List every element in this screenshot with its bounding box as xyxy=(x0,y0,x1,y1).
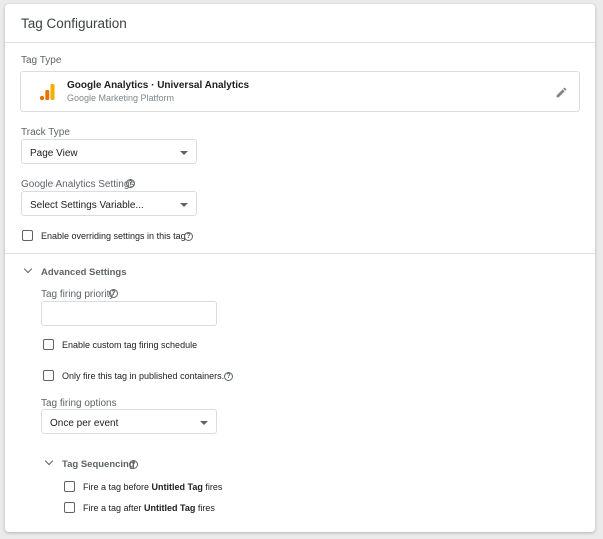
firing-options-value: Once per event xyxy=(50,418,119,429)
override-settings-label: Enable overriding settings in this tag xyxy=(41,231,186,241)
tag-sequencing-toggle[interactable]: Tag Sequencing xyxy=(62,459,135,470)
google-analytics-icon xyxy=(39,84,55,101)
help-icon[interactable]: ? xyxy=(109,289,118,298)
help-icon[interactable]: ? xyxy=(126,179,135,188)
tag-type-label: Tag Type xyxy=(21,55,62,66)
tag-configuration-card: Tag Configuration Tag Type Google Analyt… xyxy=(5,4,595,532)
custom-schedule-checkbox[interactable] xyxy=(43,339,54,350)
fire-before-label: Fire a tag before Untitled Tag fires xyxy=(83,482,223,492)
ga-settings-label: Google Analytics Settings xyxy=(21,179,135,190)
help-icon[interactable]: ? xyxy=(224,372,233,381)
track-type-select[interactable]: Page View xyxy=(21,139,197,164)
track-type-label: Track Type xyxy=(21,127,70,138)
custom-schedule-label: Enable custom tag firing schedule xyxy=(62,340,198,350)
fire-after-checkbox[interactable] xyxy=(64,502,75,513)
fire-before-checkbox[interactable] xyxy=(64,481,75,492)
chevron-down-icon xyxy=(200,421,208,425)
edit-pencil-icon[interactable] xyxy=(555,86,568,99)
firing-priority-label: Tag firing priority xyxy=(41,289,115,300)
chevron-down-icon[interactable] xyxy=(44,456,54,466)
tag-type-selector[interactable]: Google Analytics · Universal Analytics G… xyxy=(20,71,580,112)
chevron-down-icon[interactable] xyxy=(23,264,33,274)
firing-priority-input[interactable] xyxy=(41,301,217,326)
title-divider xyxy=(5,42,595,43)
tag-type-name: Google Analytics · Universal Analytics xyxy=(67,80,250,91)
help-icon[interactable]: ? xyxy=(129,460,138,469)
ga-settings-select[interactable]: Select Settings Variable... xyxy=(21,191,197,216)
published-only-label: Only fire this tag in published containe… xyxy=(62,371,225,381)
published-only-checkbox[interactable] xyxy=(43,370,54,381)
override-settings-checkbox[interactable] xyxy=(22,230,33,241)
firing-options-select[interactable]: Once per event xyxy=(41,409,217,434)
tag-type-subtitle: Google Marketing Platform xyxy=(67,93,175,103)
ga-settings-value: Select Settings Variable... xyxy=(30,200,144,211)
card-title: Tag Configuration xyxy=(21,16,127,31)
track-type-value: Page View xyxy=(30,148,78,159)
chevron-down-icon xyxy=(180,151,188,155)
fire-after-label: Fire a tag after Untitled Tag fires xyxy=(83,503,215,513)
section-divider xyxy=(5,253,595,254)
advanced-settings-toggle[interactable]: Advanced Settings xyxy=(41,267,127,278)
chevron-down-icon xyxy=(180,203,188,207)
help-icon[interactable]: ? xyxy=(184,232,193,241)
firing-options-label: Tag firing options xyxy=(41,398,117,409)
